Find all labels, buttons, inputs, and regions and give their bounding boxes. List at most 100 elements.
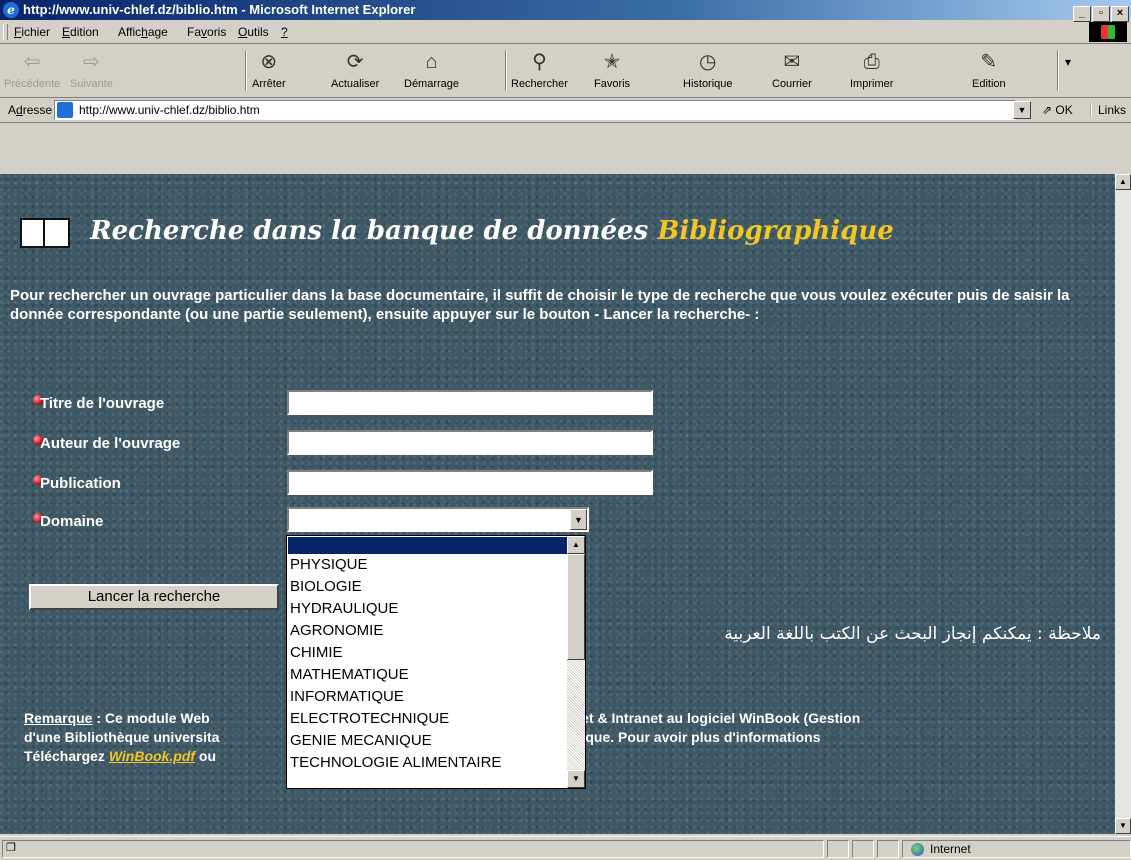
menu-grip xyxy=(3,24,8,40)
close-button[interactable]: × xyxy=(1111,6,1129,22)
domaine-option[interactable]: CHIMIE xyxy=(290,642,501,664)
address-dropdown-button[interactable]: ▼ xyxy=(1013,101,1031,119)
mail-icon: ✉ xyxy=(783,51,801,73)
toolbar-button-forward-arrow[interactable]: ⇨ Suivante xyxy=(70,47,113,90)
address-input[interactable]: http://www.univ-chlef.dz/biblio.htm xyxy=(54,100,1016,120)
window-controls: _ ▫ × xyxy=(1072,2,1129,22)
arabic-note: ملاحظة : يمكنكم إنجاز البحث عن الكتب بال… xyxy=(724,624,1101,644)
status-page-icon: ❐ xyxy=(6,842,16,854)
toolbar: ⇦ Précédente ⇨ Suivante ⊗ Arrêter ⟳ Actualiser ⌂… xyxy=(0,45,1131,98)
domaine-select[interactable]: ▼ xyxy=(287,507,589,532)
toolbar-separator xyxy=(245,51,247,91)
forward-arrow-icon: ⇨ xyxy=(83,51,100,73)
toolbar-button-mail[interactable]: ✉ Courrier xyxy=(772,47,812,90)
toolbar-label: Edition xyxy=(972,78,1006,90)
toolbar-label: Imprimer xyxy=(850,78,894,90)
auteur-input[interactable] xyxy=(287,430,653,455)
toolbar-button-edit[interactable]: ✎ Edition xyxy=(972,47,1006,90)
toolbar-separator xyxy=(505,51,507,91)
publication-input[interactable] xyxy=(287,470,653,495)
toolbar-label: Favoris xyxy=(594,78,631,90)
intro-text: Pour rechercher un ouvrage particulier d… xyxy=(10,287,1070,323)
toolbar-label: Courrier xyxy=(772,78,812,90)
domaine-option[interactable]: TECHNOLOGIE ALIMENTAIRE xyxy=(290,752,501,774)
scroll-track[interactable] xyxy=(567,660,585,770)
internet-globe-icon xyxy=(911,843,924,856)
status-bar: ❐ Internet xyxy=(0,836,1131,860)
heading-main: Recherche dans la banque de données xyxy=(90,216,649,246)
page-icon xyxy=(57,102,73,118)
toolbar-button-print[interactable]: ⎙ Imprimer xyxy=(850,47,893,90)
domaine-label: Domaine xyxy=(40,513,104,530)
toolbar-button-stop[interactable]: ⊗ Arrêter xyxy=(252,47,286,90)
menu-affichage[interactable]: Affichage xyxy=(118,25,168,39)
menu-fichier[interactable]: Fichier xyxy=(14,25,50,39)
address-label: Adresse xyxy=(8,103,53,117)
search-icon: ⚲ xyxy=(532,51,547,73)
domaine-option[interactable]: INFORMATIQUE xyxy=(290,686,501,708)
domaine-option[interactable]: GENIE MECANIQUE xyxy=(290,730,501,752)
toolbar-button-home[interactable]: ⌂ Démarrage xyxy=(404,47,459,90)
history-icon: ◷ xyxy=(699,51,717,73)
domaine-option[interactable]: PHYSIQUE xyxy=(290,554,501,576)
toolbar-button-history[interactable]: ◷ Historique xyxy=(683,47,733,90)
remark-line-3a: Téléchargez xyxy=(24,748,109,764)
toolbar-button-back-arrow[interactable]: ⇦ Précédente xyxy=(4,47,60,90)
toolbar-separator xyxy=(1057,51,1059,91)
auteur-label: Auteur de l'ouvrage xyxy=(40,435,181,452)
publication-label: Publication xyxy=(40,475,121,492)
toolbar-label: Démarrage xyxy=(404,78,460,90)
edit-icon: ✎ xyxy=(980,51,998,73)
book-icon xyxy=(20,218,70,248)
toolbar-button-favorites[interactable]: ✭ Favoris xyxy=(594,47,630,90)
toolbar-more-icon[interactable]: ▾ xyxy=(1065,55,1071,69)
domaine-dropdown-list[interactable]: PHYSIQUE BIOLOGIE HYDRAULIQUE AGRONOMIE CHIM… xyxy=(286,535,586,789)
status-zone-text: Internet xyxy=(930,842,971,856)
scroll-down-arrow[interactable]: ▼ xyxy=(567,770,585,788)
maximize-button[interactable]: ▫ xyxy=(1092,6,1110,22)
page-heading: Recherche dans la banque de données Bibl… xyxy=(90,216,894,246)
menu-edition[interactable]: Edition xyxy=(62,25,99,39)
menu-outils[interactable]: Outils xyxy=(238,25,269,39)
search-button[interactable]: Lancer la recherche xyxy=(29,584,279,610)
status-panel xyxy=(877,840,899,858)
domaine-option[interactable]: HYDRAULIQUE xyxy=(290,598,501,620)
status-panel xyxy=(827,840,849,858)
page-scroll-down-arrow[interactable]: ▼ xyxy=(1115,818,1131,834)
menu-favoris[interactable]: Favoris xyxy=(187,25,226,39)
favorites-icon: ✭ xyxy=(603,51,621,73)
titre-input[interactable] xyxy=(287,390,653,415)
domaine-option[interactable]: BIOLOGIE xyxy=(290,576,501,598)
ie-logo-icon: e xyxy=(3,2,19,18)
scroll-up-arrow[interactable]: ▲ xyxy=(567,536,585,554)
selected-empty-option[interactable] xyxy=(288,537,567,554)
titre-label: Titre de l'ouvrage xyxy=(40,395,165,412)
scroll-thumb[interactable] xyxy=(567,554,585,660)
go-button[interactable]: ⇗ OK xyxy=(1042,103,1073,117)
back-arrow-icon: ⇦ xyxy=(23,51,41,73)
address-url: http://www.univ-chlef.dz/biblio.htm xyxy=(79,103,260,117)
links-button[interactable]: Links xyxy=(1090,103,1126,117)
remark-line-2a: d'une Bibliothèque universita xyxy=(24,729,220,745)
menu-help[interactable]: ? xyxy=(281,25,288,39)
winbook-pdf-link[interactable]: WinBook.pdf xyxy=(109,748,195,764)
toolbar-button-search[interactable]: ⚲ Rechercher xyxy=(511,47,568,90)
page-scroll-up-arrow[interactable]: ▲ xyxy=(1115,174,1131,190)
toolbar-label: Suivante xyxy=(70,78,113,90)
remark-label: Remarque xyxy=(24,710,93,726)
remark-line-3b: ou xyxy=(195,748,217,764)
remark-line-1a: : Ce module Web xyxy=(92,710,210,726)
toolbar-button-refresh[interactable]: ⟳ Actualiser xyxy=(331,47,379,90)
toolbar-label: Actualiser xyxy=(331,78,380,90)
toolbar-label: Arrêter xyxy=(252,78,286,90)
status-panel xyxy=(852,840,874,858)
domaine-option[interactable]: MATHEMATIQUE xyxy=(290,664,501,686)
domaine-dropdown-button[interactable]: ▼ xyxy=(570,509,587,530)
minimize-button[interactable]: _ xyxy=(1073,6,1091,22)
dropdown-scrollbar[interactable]: ▲ ▼ xyxy=(567,536,585,788)
status-main-panel: ❐ xyxy=(2,840,824,858)
page-scrollbar[interactable]: ▲ ▼ xyxy=(1115,174,1131,834)
domaine-option[interactable]: AGRONOMIE xyxy=(290,620,501,642)
windows-logo-icon xyxy=(1089,22,1127,42)
domaine-option[interactable]: ELECTROTECHNIQUE xyxy=(290,708,501,730)
